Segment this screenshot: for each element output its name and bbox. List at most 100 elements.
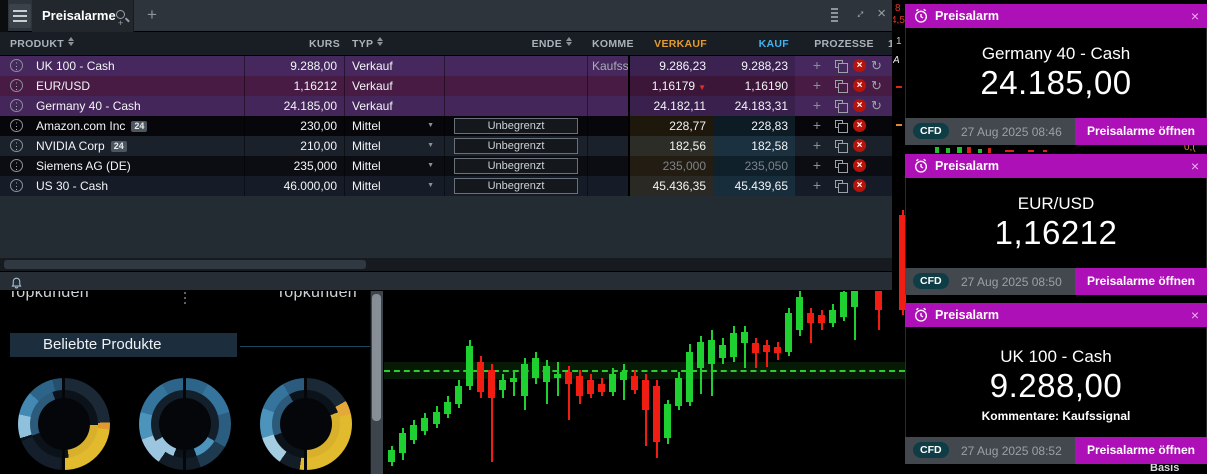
typ-cell[interactable]: Mittel▼ <box>345 136 445 156</box>
add-alarm-icon[interactable]: + <box>809 176 825 195</box>
typ-cell[interactable]: Mittel▼ <box>345 156 445 176</box>
delete-icon[interactable]: × <box>853 79 866 92</box>
table-row[interactable]: ⋮Siemens AG (DE)235,000Mittel▼Unbegrenzt… <box>0 156 893 176</box>
unbegrenzt-button[interactable]: Unbegrenzt <box>454 138 578 154</box>
delete-icon[interactable]: × <box>853 119 866 132</box>
toast-footer: CFD27 Aug 2025 08:52Preisalarme öffnen <box>905 437 1207 464</box>
verkauf-cell[interactable]: 235,000 <box>630 156 713 176</box>
add-alarm-icon[interactable]: + <box>809 76 825 95</box>
dropdown-arrow-icon[interactable]: ▼ <box>427 176 434 196</box>
window-expand-icon[interactable]: ↕ <box>853 6 868 21</box>
kauf-cell[interactable]: 182,58 <box>713 136 795 156</box>
verkauf-cell[interactable]: 24.182,11 <box>630 96 713 116</box>
row-menu-icon[interactable]: ⋮ <box>10 99 23 112</box>
duplicate-icon[interactable] <box>835 60 843 68</box>
row-menu-icon[interactable]: ⋮ <box>10 79 23 92</box>
duplicate-icon[interactable] <box>835 100 843 108</box>
toast-close-icon[interactable]: × <box>1191 303 1199 327</box>
typ-cell[interactable]: Mittel▼ <box>345 116 445 136</box>
typ-cell[interactable]: Verkauf <box>345 96 445 116</box>
column-header-typ[interactable]: TYP <box>352 32 383 56</box>
dropdown-arrow-icon[interactable]: ▼ <box>427 116 434 136</box>
refresh-icon[interactable]: ↻ <box>871 56 882 76</box>
duplicate-icon[interactable] <box>835 180 843 188</box>
kauf-cell[interactable]: 45.439,65 <box>713 176 795 196</box>
row-menu-icon[interactable]: ⋮ <box>10 59 23 72</box>
status-bar <box>0 271 893 291</box>
delete-icon[interactable]: × <box>853 179 866 192</box>
unbegrenzt-button[interactable]: Unbegrenzt <box>454 158 578 174</box>
duplicate-icon[interactable] <box>835 140 843 148</box>
open-preisalarme-button[interactable]: Preisalarme öffnen <box>1075 268 1207 295</box>
column-header-prozesse[interactable]: PROZESSE <box>795 32 893 56</box>
alarm-clock-icon <box>913 8 929 24</box>
verkauf-cell[interactable]: 182,56 <box>630 136 713 156</box>
candle-body <box>421 418 428 431</box>
kauf-cell[interactable]: 24.183,31 <box>713 96 795 116</box>
table-row[interactable]: ⋮EUR/USD1,16212Verkauf1,16179▼1,16190+×↻ <box>0 76 893 96</box>
row-menu-icon[interactable]: ⋮ <box>10 179 23 192</box>
table-row[interactable]: ⋮NVIDIA Corp24210,00Mittel▼Unbegrenzt182… <box>0 136 893 156</box>
toast-close-icon[interactable]: × <box>1191 4 1199 28</box>
duplicate-icon[interactable] <box>835 80 843 88</box>
duplicate-icon[interactable] <box>835 120 843 128</box>
column-header-kurs[interactable]: KURS <box>245 32 340 56</box>
row-menu-icon[interactable]: ⋮ <box>10 119 23 132</box>
window-close-icon[interactable]: × <box>877 5 886 22</box>
table-row[interactable]: ⋮Germany 40 - Cash24.185,00Verkauf24.182… <box>0 96 893 116</box>
open-preisalarme-button[interactable]: Preisalarme öffnen <box>1075 437 1207 464</box>
add-alarm-icon[interactable]: + <box>809 136 825 155</box>
open-preisalarme-button[interactable]: Preisalarme öffnen <box>1075 118 1207 145</box>
unbegrenzt-button[interactable]: Unbegrenzt <box>454 178 578 194</box>
column-header-kommentare[interactable]: KOMME <box>592 32 634 56</box>
kauf-cell[interactable]: 235,050 <box>713 156 795 176</box>
verkauf-cell[interactable]: 228,77 <box>630 116 713 136</box>
add-alarm-icon[interactable]: + <box>809 96 825 115</box>
kauf-cell[interactable]: 9.288,23 <box>713 56 795 76</box>
toast-price: 1,16212 <box>906 214 1206 252</box>
toast-close-icon[interactable]: × <box>1191 154 1199 178</box>
menu-hamburger-icon[interactable] <box>9 4 31 28</box>
typ-cell[interactable]: Mittel▼ <box>345 176 445 196</box>
table-row[interactable]: ⋮US 30 - Cash46.000,00Mittel▼Unbegrenzt4… <box>0 176 893 196</box>
refresh-icon[interactable]: ↻ <box>871 96 882 116</box>
verkauf-cell[interactable]: 1,16179▼ <box>630 76 713 96</box>
verkauf-cell[interactable]: 45.436,35 <box>630 176 713 196</box>
zoom-icon[interactable] <box>116 10 125 19</box>
hours-badge: 24 <box>111 141 127 152</box>
delete-icon[interactable]: × <box>853 159 866 172</box>
duplicate-icon[interactable] <box>835 160 843 168</box>
refresh-icon[interactable]: ↻ <box>871 76 882 96</box>
column-header-produkt[interactable]: PRODUKT <box>10 32 74 56</box>
dropdown-arrow-icon[interactable]: ▼ <box>427 136 434 156</box>
delete-icon[interactable]: × <box>853 99 866 112</box>
add-tab-button[interactable]: + <box>140 0 164 32</box>
column-header-kauf[interactable]: KAUF <box>713 32 789 56</box>
kauf-cell[interactable]: 1,16190 <box>713 76 795 96</box>
bell-icon[interactable] <box>10 275 23 289</box>
typ-cell[interactable]: Verkauf <box>345 76 445 96</box>
table-row[interactable]: ⋮UK 100 - Cash9.288,00VerkaufKaufss9.286… <box>0 56 893 76</box>
typ-cell[interactable]: Verkauf <box>345 56 445 76</box>
window-drag-handle-icon[interactable] <box>831 8 838 24</box>
delete-icon[interactable]: × <box>853 139 866 152</box>
add-alarm-icon[interactable]: + <box>809 56 825 75</box>
chart-vertical-scrollbar-thumb[interactable] <box>372 294 381 421</box>
add-alarm-icon[interactable]: + <box>809 156 825 175</box>
unbegrenzt-button[interactable]: Unbegrenzt <box>454 118 578 134</box>
dropdown-arrow-icon[interactable]: ▼ <box>427 156 434 176</box>
window-tab-bar: Preisalarme + ↕ × <box>0 0 892 32</box>
verkauf-cell[interactable]: 9.286,23 <box>630 56 713 76</box>
cfd-badge: CFD <box>913 123 949 139</box>
tab-preisalarme[interactable]: Preisalarme <box>32 0 134 32</box>
add-alarm-icon[interactable]: + <box>809 116 825 135</box>
table-horizontal-scrollbar-thumb[interactable] <box>4 260 366 269</box>
row-menu-icon[interactable]: ⋮ <box>10 159 23 172</box>
delete-icon[interactable]: × <box>853 59 866 72</box>
kauf-cell[interactable]: 228,83 <box>713 116 795 136</box>
table-row[interactable]: ⋮Amazon.com Inc24230,00Mittel▼Unbegrenzt… <box>0 116 893 136</box>
column-header-ende[interactable]: ENDE <box>500 32 572 56</box>
candle-body <box>576 376 583 396</box>
column-header-verkauf[interactable]: VERKAUF <box>630 32 707 56</box>
row-menu-icon[interactable]: ⋮ <box>10 139 23 152</box>
